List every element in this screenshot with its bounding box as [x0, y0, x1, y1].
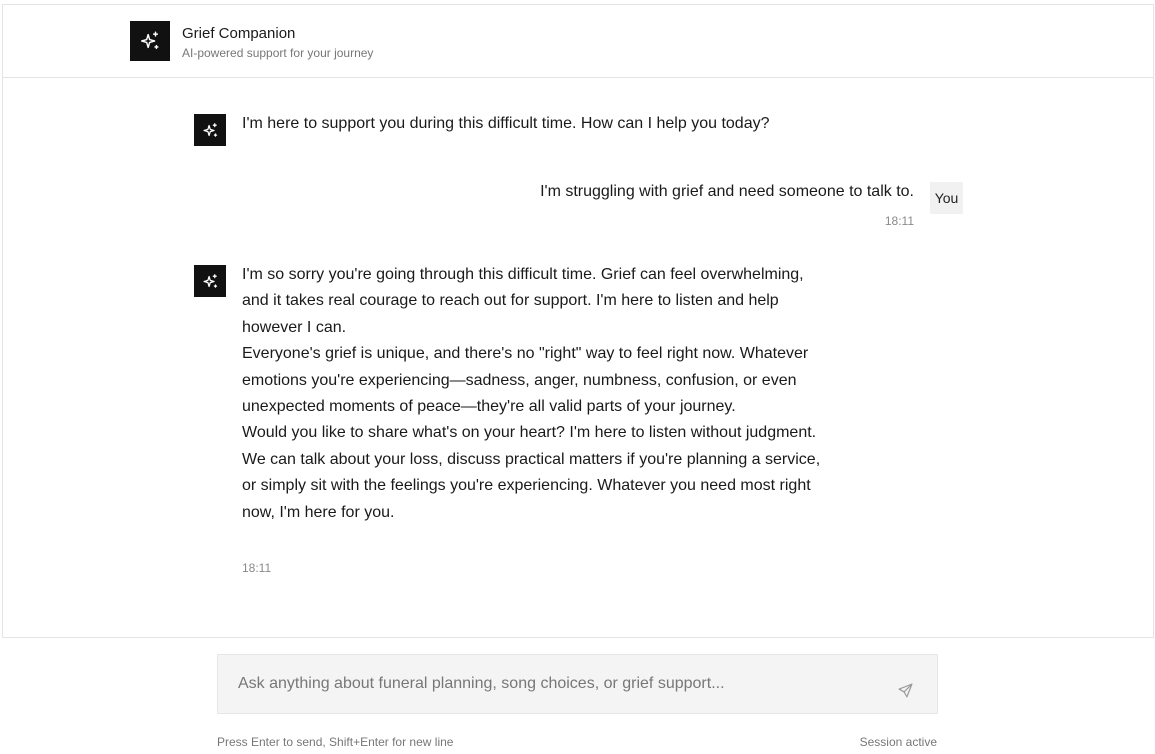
- send-icon: [898, 683, 912, 697]
- session-status: Session active: [859, 735, 937, 749]
- message-paragraph: I'm so sorry you're going through this d…: [242, 266, 804, 336]
- app-subtitle: AI-powered support for your journey: [182, 46, 374, 60]
- chat-header: Grief Companion AI-powered support for y…: [3, 5, 1153, 78]
- assistant-message: I'm here to support you during this diff…: [242, 115, 770, 132]
- send-button[interactable]: [893, 678, 917, 702]
- message-paragraph: Would you like to share what's on your h…: [242, 424, 821, 521]
- app-logo: [130, 21, 170, 61]
- message-paragraph: Everyone's grief is unique, and there's …: [242, 345, 809, 416]
- assistant-avatar: [194, 265, 226, 297]
- sparkles-icon: [202, 122, 217, 137]
- message-timestamp: 18:11: [884, 214, 914, 228]
- keyboard-hint: Press Enter to send, Shift+Enter for new…: [217, 735, 454, 749]
- sparkles-icon: [202, 273, 217, 288]
- message-input[interactable]: [218, 655, 878, 713]
- message-composer: [217, 654, 938, 714]
- message-timestamp: 18:11: [242, 561, 272, 575]
- assistant-avatar: [194, 114, 226, 146]
- user-message: I'm struggling with grief and need someo…: [540, 183, 914, 200]
- app-title: Grief Companion: [182, 25, 296, 42]
- sparkles-icon: [141, 31, 159, 50]
- chat-window: Grief Companion AI-powered support for y…: [2, 4, 1154, 638]
- assistant-message: I'm so sorry you're going through this d…: [242, 262, 822, 526]
- user-avatar: You: [930, 182, 963, 214]
